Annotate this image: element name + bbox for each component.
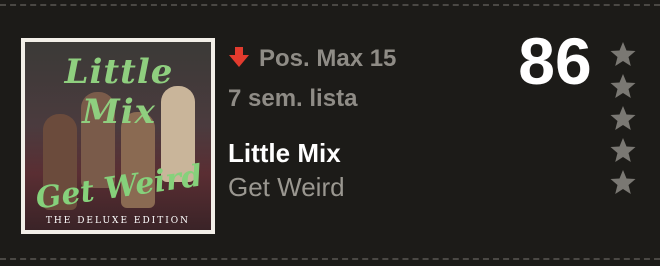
album-cover-art: Little Mix Get Weird THE DELUXE EDITION: [25, 42, 211, 230]
album-name[interactable]: Get Weird: [228, 172, 345, 203]
chart-entry-card[interactable]: Little Mix Get Weird THE DELUXE EDITION …: [0, 0, 660, 266]
star-icon[interactable]: [609, 40, 637, 68]
star-icon[interactable]: [609, 168, 637, 196]
peak-position: Pos. Max 15: [259, 45, 397, 72]
star-icon[interactable]: [609, 104, 637, 132]
down-arrow-icon: [228, 46, 250, 68]
bottom-divider: [0, 258, 660, 260]
cover-title-art: Little Mix: [64, 52, 174, 132]
weeks-on-chart: 7 sem. lista: [228, 85, 358, 112]
artist-name[interactable]: Little Mix: [228, 138, 341, 169]
chart-rank: 86: [518, 24, 592, 98]
cover-edition-art: THE DELUXE EDITION: [45, 216, 191, 226]
star-icon[interactable]: [609, 72, 637, 100]
star-rating[interactable]: [609, 40, 637, 200]
star-icon[interactable]: [609, 136, 637, 164]
album-cover[interactable]: Little Mix Get Weird THE DELUXE EDITION: [21, 38, 215, 234]
